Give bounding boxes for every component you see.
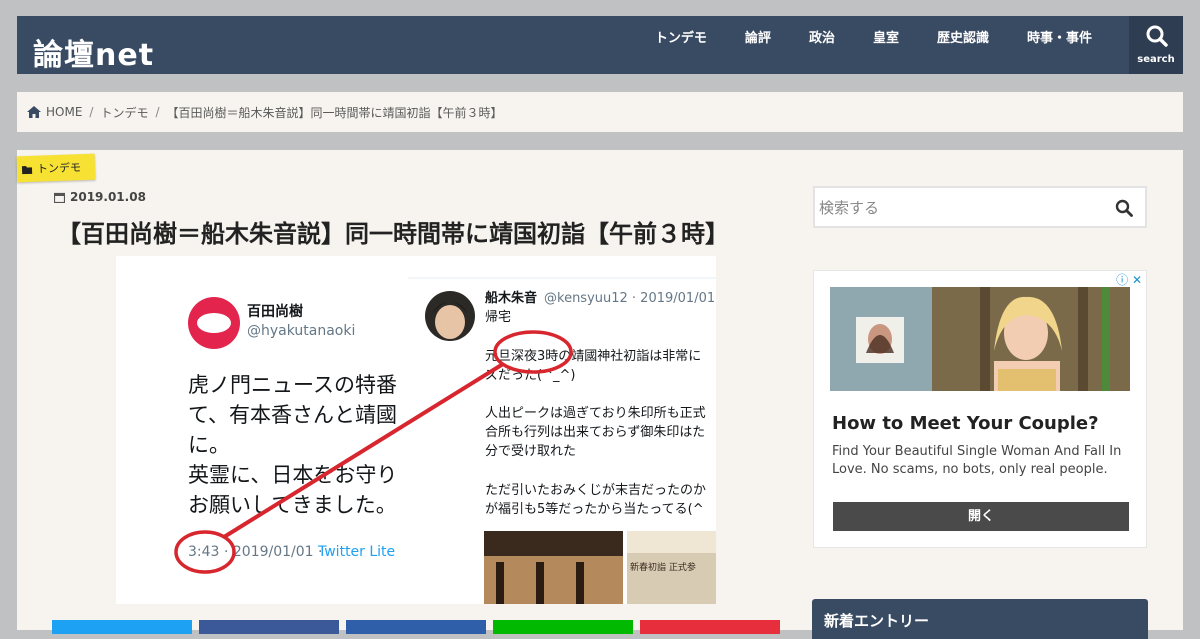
share-twitter[interactable] — [52, 620, 192, 634]
right-tweet-line: ズだった(^_^) — [485, 367, 575, 383]
ad-info-close-icon[interactable]: ⓘ ✕ — [1116, 271, 1142, 288]
right-tweet-line: 人出ピークは過ぎており朱印所も正式 — [485, 406, 706, 421]
post-date-text: 2019.01.08 — [70, 190, 146, 204]
avatar-mark — [197, 313, 231, 333]
header-search-button[interactable]: search — [1129, 16, 1183, 74]
main-content: トンデモ 2019.01.08 【百田尚樹＝船木朱音説】同一時間帯に靖国初詣【午… — [16, 150, 1183, 639]
nav-item-koshitsu[interactable]: 皇室 — [854, 16, 918, 74]
site-logo[interactable]: 論壇net — [33, 30, 154, 74]
left-tweet-client: Twitter Lite — [317, 544, 395, 560]
search-label: search — [1137, 54, 1175, 65]
breadcrumb-separator: / — [155, 105, 160, 119]
sidebar-search-input[interactable] — [815, 188, 1101, 228]
left-tweet-time: 3:43 — [188, 544, 219, 560]
left-tweet-date: · 2019/01/01 · — [224, 544, 323, 560]
right-tweet-name: 船木朱音 — [485, 290, 537, 306]
eyecatch-image: 百田尚樹 @hyakutanaoki 虎ノ門ニュースの特番 て、有本香さんと靖國… — [116, 256, 716, 604]
tweet-comparison-image: 百田尚樹 @hyakutanaoki 虎ノ門ニュースの特番 て、有本香さんと靖國… — [116, 256, 716, 604]
new-entries-heading: 新着エントリー — [812, 599, 1148, 639]
left-tweet-name: 百田尚樹 — [247, 303, 303, 320]
ad-image[interactable] — [830, 287, 1130, 391]
nav-item-tondemo[interactable]: トンデモ — [636, 16, 726, 74]
photo-sign-text: 新春初詣 正式参 — [630, 561, 696, 573]
right-tweet-line: 合所も行列は出来ておらず御朱印はた — [485, 425, 705, 440]
breadcrumb-current: 【百田尚樹＝船木朱音説】同一時間帯に靖国初詣【午前３時】 — [166, 105, 503, 120]
right-tweet-line: 帰宅 — [485, 309, 511, 325]
left-tweet-line: て、有本香さんと靖國 — [188, 403, 397, 427]
breadcrumb-separator: / — [89, 105, 94, 119]
nav-item-jiji[interactable]: 時事・事件 — [1008, 16, 1111, 74]
folder-icon — [21, 165, 33, 174]
main-nav: トンデモ 論評 政治 皇室 歴史認識 時事・事件 — [636, 16, 1111, 74]
breadcrumb-home[interactable]: HOME — [46, 105, 82, 119]
category-tag[interactable]: トンデモ — [16, 153, 96, 183]
category-tag-label: トンデモ — [36, 161, 82, 176]
sidebar-ad[interactable]: ⓘ ✕ How to Meet Your Couple? Find Your B… — [813, 270, 1147, 548]
ad-title[interactable]: How to Meet Your Couple? — [832, 413, 1099, 434]
left-tweet-line: 虎ノ門ニュースの特番 — [188, 373, 397, 397]
nav-item-ronpyo[interactable]: 論評 — [726, 16, 790, 74]
right-tweet-line: ただ引いたおみくじが末吉だったのか — [485, 483, 706, 498]
ad-open-button[interactable]: 開く — [833, 502, 1129, 531]
search-icon[interactable] — [1115, 199, 1133, 217]
site-header: 論壇net トンデモ 論評 政治 皇室 歴史認識 時事・事件 search — [17, 16, 1183, 74]
breadcrumb-category[interactable]: トンデモ — [100, 104, 148, 121]
left-tweet-line: に。 — [188, 433, 230, 457]
post-date: 2019.01.08 — [54, 190, 146, 204]
share-pocket[interactable] — [640, 620, 780, 634]
share-facebook[interactable] — [199, 620, 339, 634]
sidebar-search — [813, 186, 1147, 228]
home-icon — [27, 106, 41, 118]
nav-item-seiji[interactable]: 政治 — [790, 16, 854, 74]
right-tweet-handle: @kensyuu12 · 2019/01/01 — [544, 291, 715, 306]
breadcrumb: HOME / トンデモ / 【百田尚樹＝船木朱音説】同一時間帯に靖国初詣【午前３… — [17, 92, 1183, 132]
right-tweet-line: 分で受け取れた — [485, 444, 576, 459]
search-icon — [1146, 25, 1168, 47]
calendar-icon — [54, 192, 65, 203]
ad-text: Find Your Beautiful Single Woman And Fal… — [832, 444, 1122, 477]
left-tweet-line: 英霊に、日本をお守り — [188, 463, 397, 487]
share-line[interactable] — [493, 620, 633, 634]
right-tweet-line: 元旦深夜3時の靖國神社初詣は非常に — [485, 348, 701, 364]
share-hatena[interactable] — [346, 620, 486, 634]
right-tweet-line: が福引も5等だったから当たってる(^ — [485, 501, 704, 517]
left-tweet-handle: @hyakutanaoki — [247, 323, 355, 339]
nav-item-rekishi[interactable]: 歴史認識 — [918, 16, 1008, 74]
post-title: 【百田尚樹＝船木朱音説】同一時間帯に靖国初詣【午前３時】 — [57, 220, 729, 248]
